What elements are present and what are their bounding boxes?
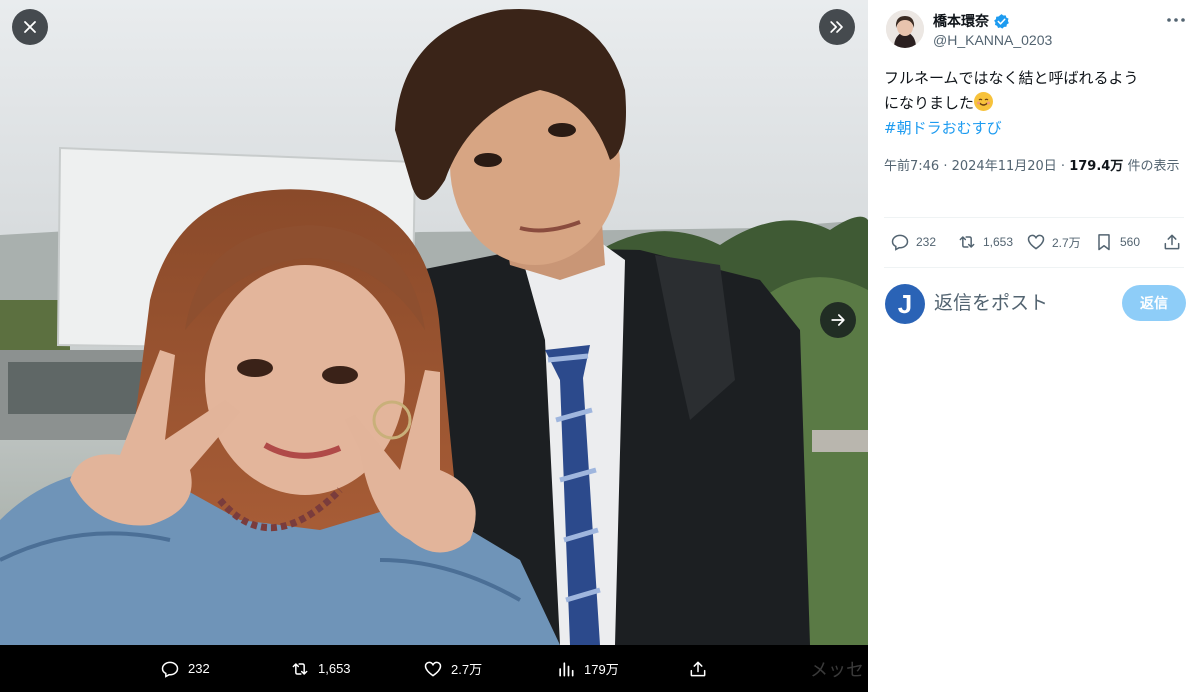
arrow-right-icon [831,314,845,326]
post-meta: 午前7:46 · 2024年11月20日 · 179.4万 件の表示 [884,156,1189,178]
heart-icon [424,661,442,677]
divider [884,267,1184,268]
repost-icon [959,236,975,248]
current-user-avatar[interactable]: J [885,284,925,324]
smiling-face-emoji-icon [974,92,994,111]
heart-icon [1027,234,1045,250]
bookmark-icon [1098,234,1110,251]
close-icon [24,21,36,33]
media-like-button[interactable]: 2.7万 [423,645,482,692]
analytics-icon [559,661,574,676]
more-options-icon[interactable] [1164,8,1188,32]
post-view-label: 件の表示 [1123,159,1180,174]
post-date[interactable]: 2024年11月20日 [952,159,1057,174]
double-chevron-right-icon [830,21,843,33]
media-viewer: 232 1,653 2.7万 179万 メッセ [0,0,868,692]
share-icon [1164,234,1180,250]
post-text-line: フルネームではなく結と呼ばれるよう [884,69,1139,87]
post-time[interactable]: 午前7:46 [884,159,939,174]
repost-icon [292,662,308,675]
media-like-count: 2.7万 [451,662,483,677]
reply-count: 232 [916,235,937,249]
divider [884,217,1184,218]
meta-separator: · [1056,159,1070,174]
media-view-count: 179万 [584,662,619,677]
post-text-segment: になりました [884,94,975,112]
expand-panel-button[interactable] [819,9,855,45]
media-views-button[interactable]: 179万 [556,645,619,692]
bookmark-count: 560 [1120,235,1141,249]
author-avatar[interactable] [886,10,924,48]
media-repost-button[interactable]: 1,653 [290,645,351,692]
meta-separator: · [939,159,952,174]
media-action-bar: 232 1,653 2.7万 179万 [0,645,868,692]
author-name-text: 橋本環奈 [933,13,989,29]
post-detail-panel: 橋本環奈 @H_KANNA_0203 フルネームではなく結と呼ばれるよう になり… [868,0,1200,692]
post-view-count: 179.4万 [1069,159,1124,174]
repost-button[interactable]: 1,653 [957,230,1013,254]
share-button[interactable] [1162,230,1182,254]
verified-badge-icon [994,13,1009,29]
media-reply-button[interactable]: 232 [160,645,210,692]
repost-count: 1,653 [983,235,1014,249]
author-display-name[interactable]: 橋本環奈 [933,11,1010,31]
reply-button[interactable]: 232 [890,230,936,254]
reply-icon [891,234,909,251]
reply-input[interactable] [934,288,1114,318]
background-message-text: メッセ [810,660,864,681]
like-count: 2.7万 [1052,235,1081,250]
share-icon [690,661,706,676]
post-photo [0,0,868,645]
post-text-line: になりました [884,91,1186,116]
next-image-button[interactable] [820,302,856,338]
author-avatar-image [886,10,924,48]
reply-submit-button[interactable]: 返信 [1122,285,1186,321]
author-handle[interactable]: @H_KANNA_0203 [933,32,1052,48]
media-reply-count: 232 [188,661,210,676]
hashtag-link[interactable]: #朝ドラおむすび [884,119,1002,137]
post-text: フルネームではなく結と呼ばれるよう になりました #朝ドラおむすび [884,66,1186,141]
bookmark-button[interactable]: 560 [1094,230,1140,254]
close-button[interactable] [12,9,48,45]
reply-icon [161,661,179,678]
like-button[interactable]: 2.7万 [1026,230,1081,254]
media-repost-count: 1,653 [318,661,351,676]
media-share-button[interactable] [688,645,708,692]
